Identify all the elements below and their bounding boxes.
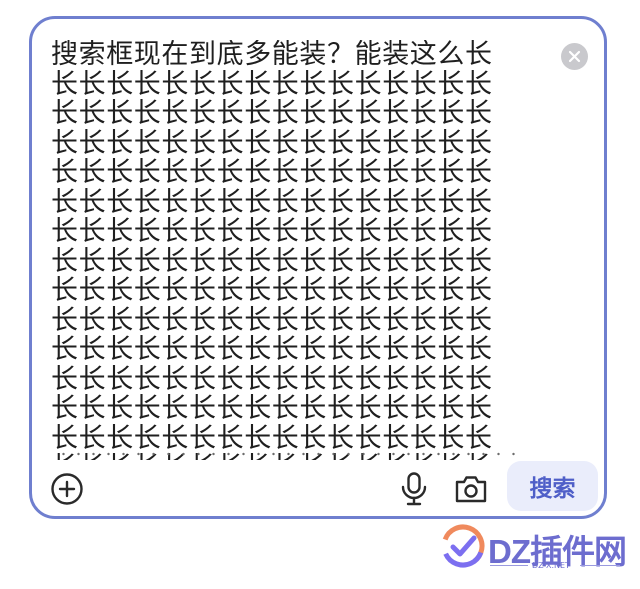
search-textarea[interactable]: 搜索框现在到底多能装？能装这么长 长长长长长长长长长长长长长长长长 长长长长长长长长… <box>51 40 523 460</box>
textarea-line: 长长长长长长长长长长长长长长长长 <box>51 364 493 394</box>
textarea-line: 长长长长长长长长长长长长长长长长 <box>51 335 493 365</box>
voice-input-button[interactable] <box>396 471 432 507</box>
overflow-indicator <box>56 451 522 457</box>
watermark-divider-left <box>490 565 528 566</box>
image-search-button[interactable] <box>453 471 489 507</box>
textarea-line: 长长长长长长长长长长长长长长长长 <box>51 187 493 217</box>
textarea-line: 长长长长长长长长长长长长长长长长 <box>51 217 493 247</box>
textarea-line: 长长长长长长长长长长长长长长长长 <box>51 69 493 99</box>
textarea-line: 长长长长长长长长长长长长长长长长 <box>51 305 493 335</box>
add-button[interactable] <box>49 471 85 507</box>
watermark-divider-right <box>580 565 620 566</box>
close-icon <box>568 50 581 63</box>
search-box[interactable]: 搜索框现在到底多能装？能装这么长 长长长长长长长长长长长长长长长长 长长长长长长长长… <box>29 16 607 519</box>
search-submit-button[interactable]: 搜索 <box>507 461 598 511</box>
textarea-line: 长长长长长长长长长长长长长长长长 <box>51 158 493 188</box>
textarea-line: 长长长长长长长长长长长长长长长长 <box>51 99 493 129</box>
textarea-line: 长长长长长长长长长长长长长长长长 <box>51 394 493 424</box>
textarea-line: 长长长长长长长长长长长长长长长长 <box>51 128 493 158</box>
textarea-line: 长长长长长长长长长长长长长长长长 <box>51 276 493 306</box>
clear-button[interactable] <box>561 43 588 70</box>
watermark-domain: DZ-X.NET <box>532 561 570 570</box>
camera-icon <box>455 476 487 503</box>
textarea-line: 搜索框现在到底多能装？能装这么长 <box>51 40 493 70</box>
textarea-line: 长长长长长长长长长长长长长长长长 <box>51 246 493 276</box>
dz-logo-icon <box>441 524 485 568</box>
textarea-line: 长长长长长长长长长长长长长长长长 <box>51 423 493 453</box>
watermark: DZ插件网 DZ-X.NET <box>440 521 630 581</box>
plus-circle-icon <box>51 473 83 505</box>
microphone-icon <box>401 472 427 506</box>
